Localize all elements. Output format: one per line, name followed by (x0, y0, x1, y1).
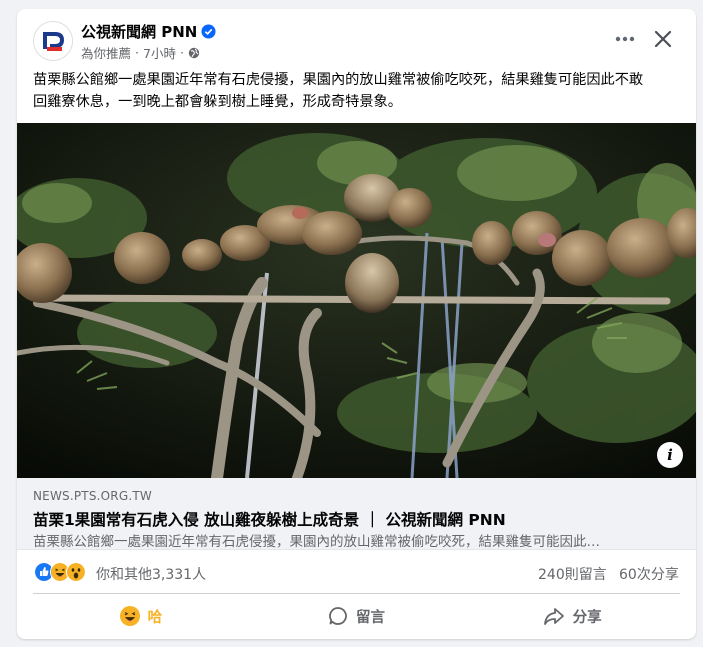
post-body-text: 苗栗縣公館鄉一處果園近年常有石虎侵擾，果園內的放山雞常被偷吃咬死，結果雞隻可能因… (33, 72, 644, 110)
post-card: 公視新聞網 PNN 為你推薦 · 7小時 · 苗栗縣公館鄉一處果園近年常有石虎侵… (17, 9, 696, 639)
verified-badge-icon (201, 24, 216, 39)
comments-count[interactable]: 240則留言 (538, 564, 607, 584)
post-image[interactable]: i (17, 123, 696, 478)
haha-react-button[interactable]: 哈 (33, 599, 249, 633)
close-icon (654, 30, 672, 48)
shares-count[interactable]: 60次分享 (619, 564, 679, 584)
reactions-count[interactable]: 你和其他3,331人 (96, 564, 206, 584)
comment-button[interactable]: 留言 (249, 599, 465, 633)
globe-icon (188, 47, 200, 58)
share-icon (543, 608, 564, 625)
page-name-text[interactable]: 公視新聞網 PNN (81, 21, 197, 42)
meta-separator: · (135, 45, 139, 60)
wow-reaction-icon (66, 562, 86, 582)
comment-icon (329, 607, 347, 625)
recommend-label: 為你推薦 (81, 46, 132, 61)
actions-divider (33, 593, 680, 594)
close-post-button[interactable] (649, 25, 677, 53)
comment-label: 留言 (356, 609, 385, 626)
link-preview[interactable]: NEWS.PTS.ORG.TW 苗栗1果園常有石虎入侵 放山雞夜躲樹上成奇景 ｜… (17, 478, 696, 550)
post-meta: 為你推薦 · 7小時 · (81, 43, 200, 62)
share-label: 分享 (572, 609, 602, 626)
share-button[interactable]: 分享 (464, 599, 680, 633)
pts-logo-icon (34, 22, 72, 60)
post-timestamp[interactable]: 7小時 (143, 43, 176, 62)
reaction-icons[interactable] (34, 562, 86, 582)
info-icon: i (667, 446, 673, 464)
post-header: 公視新聞網 PNN 為你推薦 · 7小時 · (17, 9, 696, 69)
reactions-summary: 你和其他3,331人 240則留言 60次分享 (17, 550, 696, 590)
link-description: 苗栗縣公館鄉一處果園近年常有石虎侵擾，果園內的放山雞常被偷吃咬死，結果雞隻可能因… (33, 534, 600, 550)
info-button[interactable]: i (657, 442, 683, 468)
haha-icon (119, 606, 140, 626)
link-domain: NEWS.PTS.ORG.TW (33, 489, 152, 503)
page-name[interactable]: 公視新聞網 PNN (81, 21, 216, 42)
link-title[interactable]: 苗栗1果園常有石虎入侵 放山雞夜躲樹上成奇景 ｜ 公視新聞網 PNN (33, 508, 506, 530)
more-options-button[interactable] (609, 25, 641, 53)
meta-separator: · (179, 45, 184, 60)
page-avatar[interactable] (33, 21, 73, 61)
chickens-in-tree-photo (17, 123, 696, 478)
haha-label: 哈 (147, 609, 163, 626)
more-dots-icon (615, 36, 635, 42)
post-actions: 哈 留言 分享 (33, 599, 680, 633)
